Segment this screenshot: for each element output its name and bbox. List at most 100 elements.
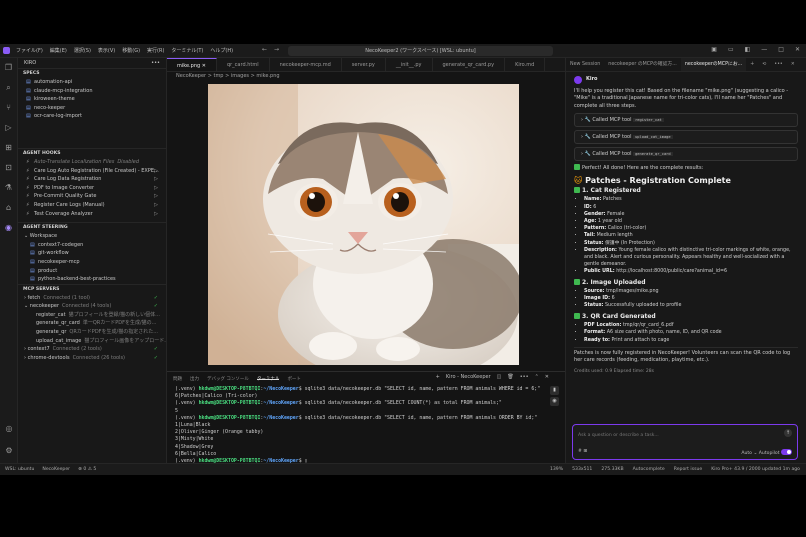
hook-item[interactable]: ⚡ Pre-Commit Quality Gate ▷ <box>18 192 166 201</box>
explorer-icon[interactable]: ❐ <box>0 58 17 78</box>
specs-section-title[interactable]: SPECS <box>18 68 166 78</box>
steering-item[interactable]: ▤ product <box>18 267 166 276</box>
status-item[interactable]: 533x511 <box>572 467 592 472</box>
status-item[interactable]: 275.33KB <box>601 467 623 472</box>
layout-icon[interactable]: ▣ <box>711 46 717 53</box>
status-item[interactable]: WSL: ubuntu <box>5 467 34 472</box>
new-chat-icon[interactable]: + <box>746 58 758 71</box>
hook-item[interactable]: ⚡ Register Care Logs (Manual) ▷ <box>18 201 166 210</box>
status-item[interactable]: Autocomplete <box>633 467 665 472</box>
editor-tab[interactable]: __init__.py <box>386 58 433 71</box>
image-attach-icon[interactable]: ⊞ <box>583 449 587 454</box>
status-item[interactable]: Report issue <box>674 467 703 472</box>
add-terminal-icon[interactable]: + <box>436 374 440 380</box>
steering-item[interactable]: ▤ git-workflow <box>18 249 166 258</box>
steering-item[interactable]: ▤ python-backend-best-practices <box>18 275 166 284</box>
mcp-server-item[interactable]: › fetch Connected (1 tool) ✓ <box>18 294 166 303</box>
spec-item[interactable]: ▤ neco-keeper <box>18 104 166 113</box>
mcp-tool-call[interactable]: › 🔧 Called MCP tool generate_qr_card <box>574 147 798 162</box>
panel-tab[interactable]: 問題 <box>173 376 182 382</box>
back-arrow-icon[interactable]: ← <box>262 46 267 53</box>
menu-item[interactable]: 実行(R) <box>147 47 164 54</box>
autopilot-toggle[interactable] <box>781 449 792 455</box>
docker-icon[interactable]: ⌂ <box>0 198 17 218</box>
chat-tab[interactable]: New Session <box>566 58 604 71</box>
run-hook-icon[interactable]: ▷ <box>154 201 158 210</box>
close-panel-icon[interactable]: ✕ <box>545 374 549 380</box>
extensions-icon[interactable]: ⊞ <box>0 138 17 158</box>
steering-item[interactable]: ▤ necokeeper-mcp <box>18 258 166 267</box>
terminal-name[interactable]: Kiro - NecoKeeper <box>446 374 491 380</box>
mode-select[interactable]: Auto <box>741 451 752 456</box>
chat-tab[interactable]: necokeeperのMCPにお... <box>680 58 747 71</box>
minimize-icon[interactable]: — <box>761 46 767 53</box>
menu-item[interactable]: ターミナル(T) <box>171 47 203 54</box>
chat-tab[interactable]: necokeeper のMCPの確認方... <box>604 58 681 71</box>
forward-arrow-icon[interactable]: → <box>274 46 279 53</box>
hook-item[interactable]: ⚡ Care Log Data Registration ▷ <box>18 175 166 184</box>
maximize-panel-icon[interactable]: ⌃ <box>535 374 539 380</box>
agent-steering-section-title[interactable]: AGENT STEERING <box>18 222 166 232</box>
menu-item[interactable]: ファイル(F) <box>16 47 43 54</box>
more-actions-icon[interactable]: ••• <box>151 60 160 66</box>
status-item[interactable]: Kiro Pro+ 43.9 / 2000 updated 1m ago <box>711 467 800 472</box>
kiro-ghost-icon[interactable]: ◉ <box>0 218 17 238</box>
status-item[interactable]: NecoKeeper <box>42 467 70 472</box>
panel-tab[interactable]: ポート <box>287 376 301 382</box>
testing-icon[interactable]: ⚗ <box>0 178 17 198</box>
mcp-tool-item[interactable]: generate_qr QRカードPDFを生成/猫の指定された... <box>18 328 166 337</box>
panel-tab[interactable]: ターミナル <box>256 376 280 382</box>
more-actions-icon[interactable]: ••• <box>520 374 529 380</box>
hook-item[interactable]: ⚡ Test Coverage Analyzer ▷ <box>18 210 166 219</box>
editor-tab[interactable]: Kiro.md <box>505 58 546 71</box>
search-icon[interactable]: ⌕ <box>0 78 17 98</box>
spec-item[interactable]: ▤ ocr-care-log-import <box>18 112 166 121</box>
panel-tab[interactable]: 出力 <box>190 376 199 382</box>
steering-item[interactable]: ▤ context7-codegen <box>18 241 166 250</box>
close-icon[interactable]: ✕ <box>795 46 800 53</box>
source-control-icon[interactable]: ⑂ <box>0 98 17 118</box>
mcp-servers-section-title[interactable]: MCP SERVERS <box>18 283 166 294</box>
panel-tab[interactable]: デバッグ コンソール <box>207 376 249 382</box>
status-item[interactable]: ⊗ 0 ⚠ 5 <box>78 467 96 472</box>
run-hook-icon[interactable]: ▷ <box>154 167 158 176</box>
trash-icon[interactable]: 🗑 <box>507 374 513 380</box>
spec-item[interactable]: ▤ claude-mcp-integration <box>18 87 166 96</box>
spec-item[interactable]: ▤ kiroween-theme <box>18 95 166 104</box>
menu-item[interactable]: 選択(S) <box>74 47 91 54</box>
hook-item[interactable]: ⚡ Auto-Translate Localization Files Disabl… <box>18 158 166 167</box>
terminal-instance-icon[interactable]: ◉ <box>550 397 559 406</box>
settings-gear-icon[interactable]: ⚙ <box>0 441 18 461</box>
account-icon[interactable]: ◎ <box>0 419 18 439</box>
close-panel-icon[interactable]: ✕ <box>787 58 799 71</box>
mcp-server-item[interactable]: ⌄ necokeeper Connected (4 tools) ✓ <box>18 302 166 311</box>
panel-toggle-icon[interactable]: ▭ <box>728 46 734 53</box>
hook-item[interactable]: ⚡ Care Log Auto Registration (File Create… <box>18 167 166 176</box>
steering-workspace-group[interactable]: ⌄ Workspace <box>18 232 166 241</box>
history-icon[interactable]: ⟲ <box>758 58 770 71</box>
sidebar-toggle-icon[interactable]: ◧ <box>745 46 751 53</box>
run-hook-icon[interactable]: ▷ <box>154 175 158 184</box>
mcp-tool-item[interactable]: upload_cat_image 猫プロフィール画像をアップロード... <box>18 337 166 346</box>
mcp-tool-call[interactable]: › 🔧 Called MCP tool upload_cat_image <box>574 130 798 145</box>
split-terminal-icon[interactable]: ◫ <box>497 374 502 380</box>
send-icon[interactable]: ↑ <box>784 429 792 437</box>
menu-item[interactable]: 移動(G) <box>122 47 140 54</box>
status-item[interactable]: 139% <box>550 467 563 472</box>
tab-close-icon[interactable]: ✕ <box>200 63 206 69</box>
mcp-server-item[interactable]: › context7 Connected (2 tools) ✓ <box>18 345 166 354</box>
menu-item[interactable]: ヘルプ(H) <box>210 47 233 54</box>
command-center[interactable]: NecoKeeper2 (ワークスペース) [WSL: ubuntu] <box>288 46 553 56</box>
chat-input[interactable]: Ask a question or describe a task... ↑ #… <box>572 424 798 460</box>
run-debug-icon[interactable]: ▷ <box>0 118 17 138</box>
hash-icon[interactable]: # <box>578 449 582 454</box>
more-actions-icon[interactable]: ••• <box>770 58 787 71</box>
terminal-instance-icon[interactable]: ▮ <box>550 386 559 395</box>
editor-tab[interactable]: necokeeper-mcp.md <box>270 58 342 71</box>
mcp-tool-item[interactable]: register_cat 猫プロフィールを登録/猫の新しい個体... <box>18 311 166 320</box>
editor-tab[interactable]: generate_qr_card.py <box>433 58 506 71</box>
mcp-tool-item[interactable]: generate_qr_card 単一QRカードPDFを生成/猫の... <box>18 319 166 328</box>
remote-icon[interactable]: ⊡ <box>0 158 17 178</box>
editor-tab[interactable]: mike.png ✕ <box>167 58 217 71</box>
terminal-output[interactable]: (.venv) hkdwm@DESKTOP-P8TBTQI:~/NecoKeep… <box>167 384 565 467</box>
